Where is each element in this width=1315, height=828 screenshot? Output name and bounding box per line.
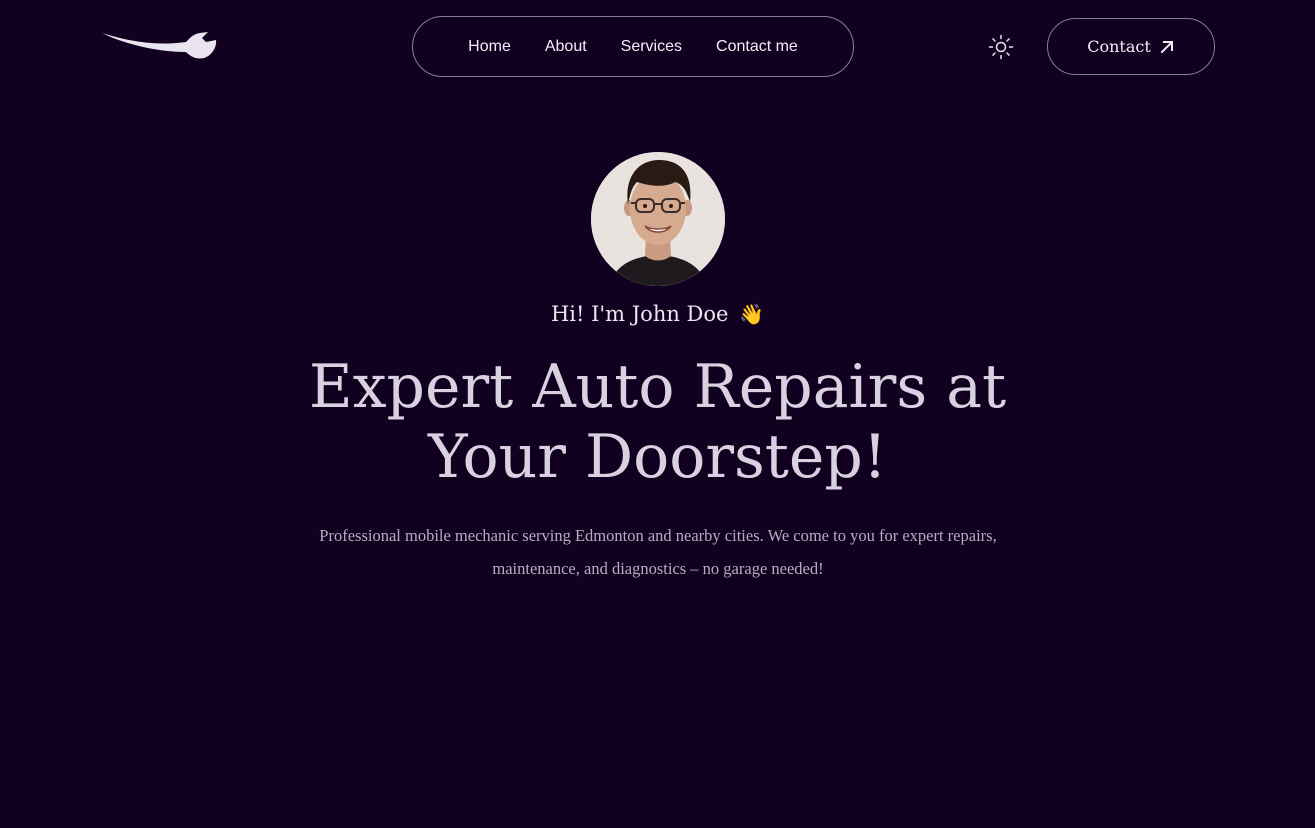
nav-services-link[interactable]: Services [621, 38, 682, 56]
waving-hand-icon: 👋 [739, 302, 765, 326]
greeting-text: Hi! I'm John Doe [550, 302, 729, 326]
profile-photo [591, 152, 725, 286]
avatar [591, 152, 725, 286]
contact-button-label: Contact [1087, 37, 1151, 56]
nav-about-link[interactable]: About [545, 38, 587, 56]
contact-button[interactable]: Contact [1047, 18, 1215, 75]
main-nav: Home About Services Contact me [412, 16, 854, 77]
hero-headline-line-2: Your Doorstep! [428, 422, 887, 492]
nav-contact-me-link[interactable]: Contact me [716, 38, 798, 56]
hero-headline-line-1: Expert Auto Repairs at [308, 352, 1007, 422]
hero-description: Professional mobile mechanic serving Edm… [319, 526, 997, 578]
arrow-up-right-icon [1160, 40, 1173, 53]
hero-headline: Expert Auto Repairs at Your Doorstep! [0, 352, 1315, 492]
greeting: Hi! I'm John Doe 👋 [0, 302, 1315, 326]
wrench-logo-icon[interactable] [100, 26, 218, 62]
sun-icon [988, 34, 1014, 60]
theme-toggle-button[interactable] [988, 34, 1014, 60]
nav-home-link[interactable]: Home [468, 38, 511, 56]
